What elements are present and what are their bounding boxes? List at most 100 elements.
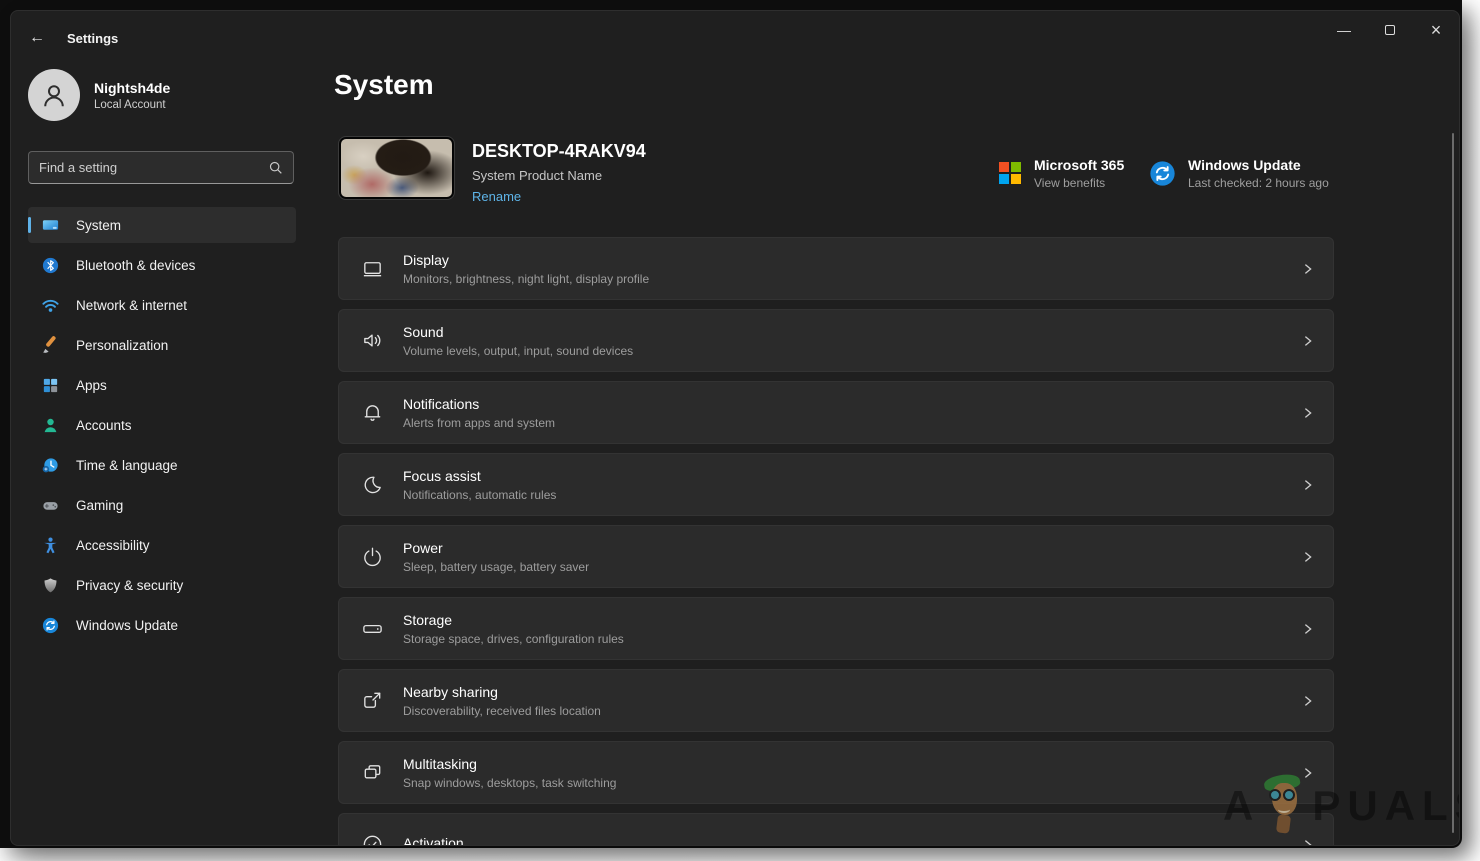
search-input[interactable]: [29, 160, 268, 175]
sidebar-item-time-language[interactable]: Time & language: [28, 447, 296, 483]
chevron-right-icon: [1301, 694, 1315, 708]
sidebar-item-label: Network & internet: [76, 298, 187, 313]
search-box[interactable]: [28, 151, 294, 184]
multitasking-windows-icon: [359, 761, 385, 784]
sidebar-item-bluetooth-devices[interactable]: Bluetooth & devices: [28, 247, 296, 283]
card-title: Power: [403, 540, 1301, 556]
windows-update-icon: [41, 616, 60, 635]
selected-accent-pill: [28, 217, 31, 233]
sidebar-item-label: Time & language: [76, 458, 178, 473]
sidebar-item-label: Windows Update: [76, 618, 178, 633]
sidebar-item-system[interactable]: System: [28, 207, 296, 243]
privacy-shield-icon: [41, 576, 60, 595]
nearby-sharing-icon: [359, 689, 385, 712]
apps-icon: [41, 376, 60, 395]
system-icon: [41, 216, 60, 235]
microsoft-365-title: Microsoft 365: [1034, 157, 1124, 173]
sidebar-item-apps[interactable]: Apps: [28, 367, 296, 403]
device-product-name: System Product Name: [472, 168, 602, 183]
appuals-watermark: A PUALS: [1223, 775, 1460, 837]
window-title: Settings: [67, 31, 118, 46]
card-subtitle: Discoverability, received files location: [403, 704, 1301, 718]
accessibility-person-icon: [41, 536, 60, 555]
profile-account-type: Local Account: [94, 99, 170, 111]
card-subtitle: Volume levels, output, input, sound devi…: [403, 344, 1301, 358]
chevron-right-icon: [1301, 622, 1315, 636]
card-subtitle: Notifications, automatic rules: [403, 488, 1301, 502]
sidebar-item-accounts[interactable]: Accounts: [28, 407, 296, 443]
sidebar-item-network-internet[interactable]: Network & internet: [28, 287, 296, 323]
card-subtitle: Alerts from apps and system: [403, 416, 1301, 430]
card-focus-assist[interactable]: Focus assist Notifications, automatic ru…: [338, 453, 1334, 516]
card-title: Notifications: [403, 396, 1301, 412]
page-title: System: [334, 69, 434, 101]
card-notifications[interactable]: Notifications Alerts from apps and syste…: [338, 381, 1334, 444]
search-icon: [268, 160, 283, 175]
chevron-right-icon: [1301, 838, 1315, 847]
settings-window: ← Settings — × Nightsh4de: [10, 10, 1460, 846]
microsoft-365-logo-icon: [999, 162, 1022, 185]
back-button[interactable]: ←: [28, 29, 46, 47]
window-controls: — ×: [1321, 11, 1459, 49]
watermark-text-suffix: PUALS: [1312, 782, 1460, 830]
sidebar-item-label: Bluetooth & devices: [76, 258, 195, 273]
card-storage[interactable]: Storage Storage space, drives, configura…: [338, 597, 1334, 660]
sidebar-item-accessibility[interactable]: Accessibility: [28, 527, 296, 563]
card-subtitle: Snap windows, desktops, task switching: [403, 776, 1301, 790]
close-button[interactable]: ×: [1413, 11, 1459, 49]
view-benefits-link[interactable]: View benefits: [1034, 176, 1124, 190]
rename-link[interactable]: Rename: [472, 189, 521, 204]
chevron-right-icon: [1301, 478, 1315, 492]
card-multitasking[interactable]: Multitasking Snap windows, desktops, tas…: [338, 741, 1334, 804]
microsoft-365-card[interactable]: Microsoft 365 View benefits: [999, 157, 1124, 190]
user-profile[interactable]: Nightsh4de Local Account: [28, 69, 170, 121]
sidebar-item-gaming[interactable]: Gaming: [28, 487, 296, 523]
card-title: Multitasking: [403, 756, 1301, 772]
card-nearby-sharing[interactable]: Nearby sharing Discoverability, received…: [338, 669, 1334, 732]
sidebar-item-label: Accessibility: [76, 538, 150, 553]
card-title: Activation: [403, 835, 1301, 847]
time-language-clock-icon: [41, 456, 60, 475]
card-title: Focus assist: [403, 468, 1301, 484]
sidebar-item-label: Accounts: [76, 418, 132, 433]
sidebar-item-privacy-security[interactable]: Privacy & security: [28, 567, 296, 603]
focus-assist-moon-icon: [359, 473, 385, 496]
scrollbar[interactable]: [1452, 133, 1454, 833]
back-arrow-icon: ←: [29, 29, 45, 47]
watermark-text-prefix: A: [1223, 782, 1260, 830]
windows-update-sync-icon: [1149, 160, 1176, 187]
windows-update-card[interactable]: Windows Update Last checked: 2 hours ago: [1149, 157, 1329, 190]
sidebar-item-label: Apps: [76, 378, 107, 393]
minimize-button[interactable]: —: [1321, 11, 1367, 49]
activation-check-icon: [359, 833, 385, 846]
card-title: Display: [403, 252, 1301, 268]
power-icon: [359, 545, 385, 568]
titlebar: ← Settings: [28, 29, 118, 47]
person-icon: [39, 80, 69, 110]
windows-update-title: Windows Update: [1188, 157, 1329, 173]
gaming-gamepad-icon: [41, 496, 60, 515]
sidebar-item-windows-update[interactable]: Windows Update: [28, 607, 296, 643]
card-subtitle: Sleep, battery usage, battery saver: [403, 560, 1301, 574]
sidebar-item-personalization[interactable]: Personalization: [28, 327, 296, 363]
appuals-mascot-icon: [1263, 775, 1309, 837]
settings-card-list: Display Monitors, brightness, night ligh…: [338, 237, 1334, 846]
chevron-right-icon: [1301, 406, 1315, 420]
chevron-right-icon: [1301, 334, 1315, 348]
maximize-icon: [1385, 25, 1395, 35]
sidebar-item-label: System: [76, 218, 121, 233]
card-sound[interactable]: Sound Volume levels, output, input, soun…: [338, 309, 1334, 372]
maximize-button[interactable]: [1367, 11, 1413, 49]
sidebar-item-label: Privacy & security: [76, 578, 183, 593]
card-title: Nearby sharing: [403, 684, 1301, 700]
profile-name: Nightsh4de: [94, 80, 170, 96]
sidebar-item-label: Gaming: [76, 498, 123, 513]
card-display[interactable]: Display Monitors, brightness, night ligh…: [338, 237, 1334, 300]
card-title: Sound: [403, 324, 1301, 340]
card-title: Storage: [403, 612, 1301, 628]
card-subtitle: Monitors, brightness, night light, displ…: [403, 272, 1301, 286]
bluetooth-icon: [41, 256, 60, 275]
card-power[interactable]: Power Sleep, battery usage, battery save…: [338, 525, 1334, 588]
card-activation[interactable]: Activation: [338, 813, 1334, 846]
last-checked-status: Last checked: 2 hours ago: [1188, 176, 1329, 190]
